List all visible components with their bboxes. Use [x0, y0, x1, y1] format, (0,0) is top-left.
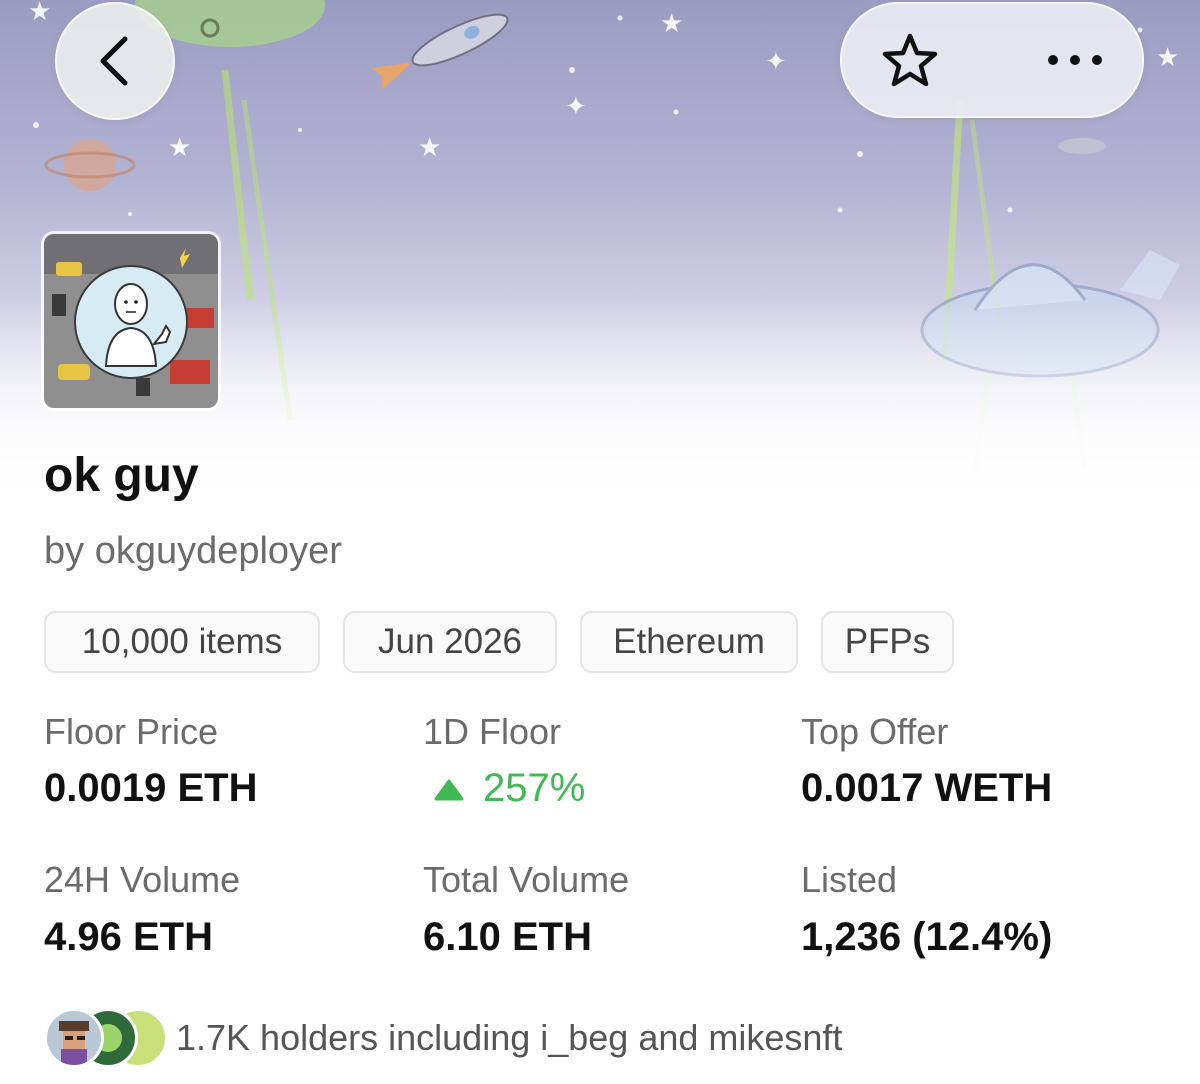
total-volume-value: 6.10 ETH — [423, 915, 592, 959]
more-options-button[interactable] — [1030, 24, 1120, 96]
tag-chip-category[interactable]: PFPs — [821, 611, 954, 673]
star-outline-icon — [882, 33, 938, 87]
creator-link[interactable]: by okguydeployer — [44, 528, 342, 574]
floor-price-label: Floor Price — [44, 711, 219, 752]
tag-chip-date[interactable]: Jun 2026 — [343, 611, 557, 673]
tag-chip-chain[interactable]: Ethereum — [580, 611, 798, 673]
ok-guy-avatar-image — [44, 234, 218, 408]
volume-24h-label: 24H Volume — [44, 859, 241, 900]
collection-title: ok guy — [44, 449, 199, 502]
svg-text:✦: ✦ — [765, 47, 787, 77]
svg-text:★: ★ — [418, 133, 441, 163]
holders-row[interactable]: 1.7K holders including i_beg and mikesnf… — [44, 1008, 1144, 1072]
svg-text:★: ★ — [28, 0, 51, 27]
back-button[interactable] — [55, 2, 175, 120]
one-day-floor-value: 257% — [483, 766, 586, 810]
svg-text:★: ★ — [1156, 43, 1179, 73]
floor-price-value: 0.0019 ETH — [44, 766, 258, 810]
listed-value: 1,236 (12.4%) — [801, 915, 1053, 959]
tag-chip-items[interactable]: 10,000 items — [44, 611, 320, 673]
top-offer-value: 0.0017 WETH — [801, 766, 1053, 810]
svg-text:★: ★ — [168, 133, 191, 163]
trend-up-icon — [434, 779, 464, 801]
one-day-floor-change: 257% — [433, 764, 585, 812]
total-volume-label: Total Volume — [423, 859, 630, 900]
top-offer-label: Top Offer — [801, 711, 949, 752]
chevron-left-icon — [100, 36, 128, 86]
holders-summary: 1.7K holders including i_beg and mikesnf… — [176, 1017, 843, 1058]
holder-avatar — [44, 1008, 104, 1068]
collection-avatar — [44, 234, 218, 408]
svg-text:★: ★ — [660, 9, 683, 39]
more-horizontal-icon — [1048, 55, 1102, 65]
listed-label: Listed — [801, 859, 898, 900]
favorite-button[interactable] — [870, 24, 950, 96]
volume-24h-value: 4.96 ETH — [44, 915, 213, 959]
one-day-floor-label: 1D Floor — [423, 711, 562, 752]
svg-text:✦: ✦ — [565, 92, 587, 122]
header-actions — [840, 2, 1144, 118]
